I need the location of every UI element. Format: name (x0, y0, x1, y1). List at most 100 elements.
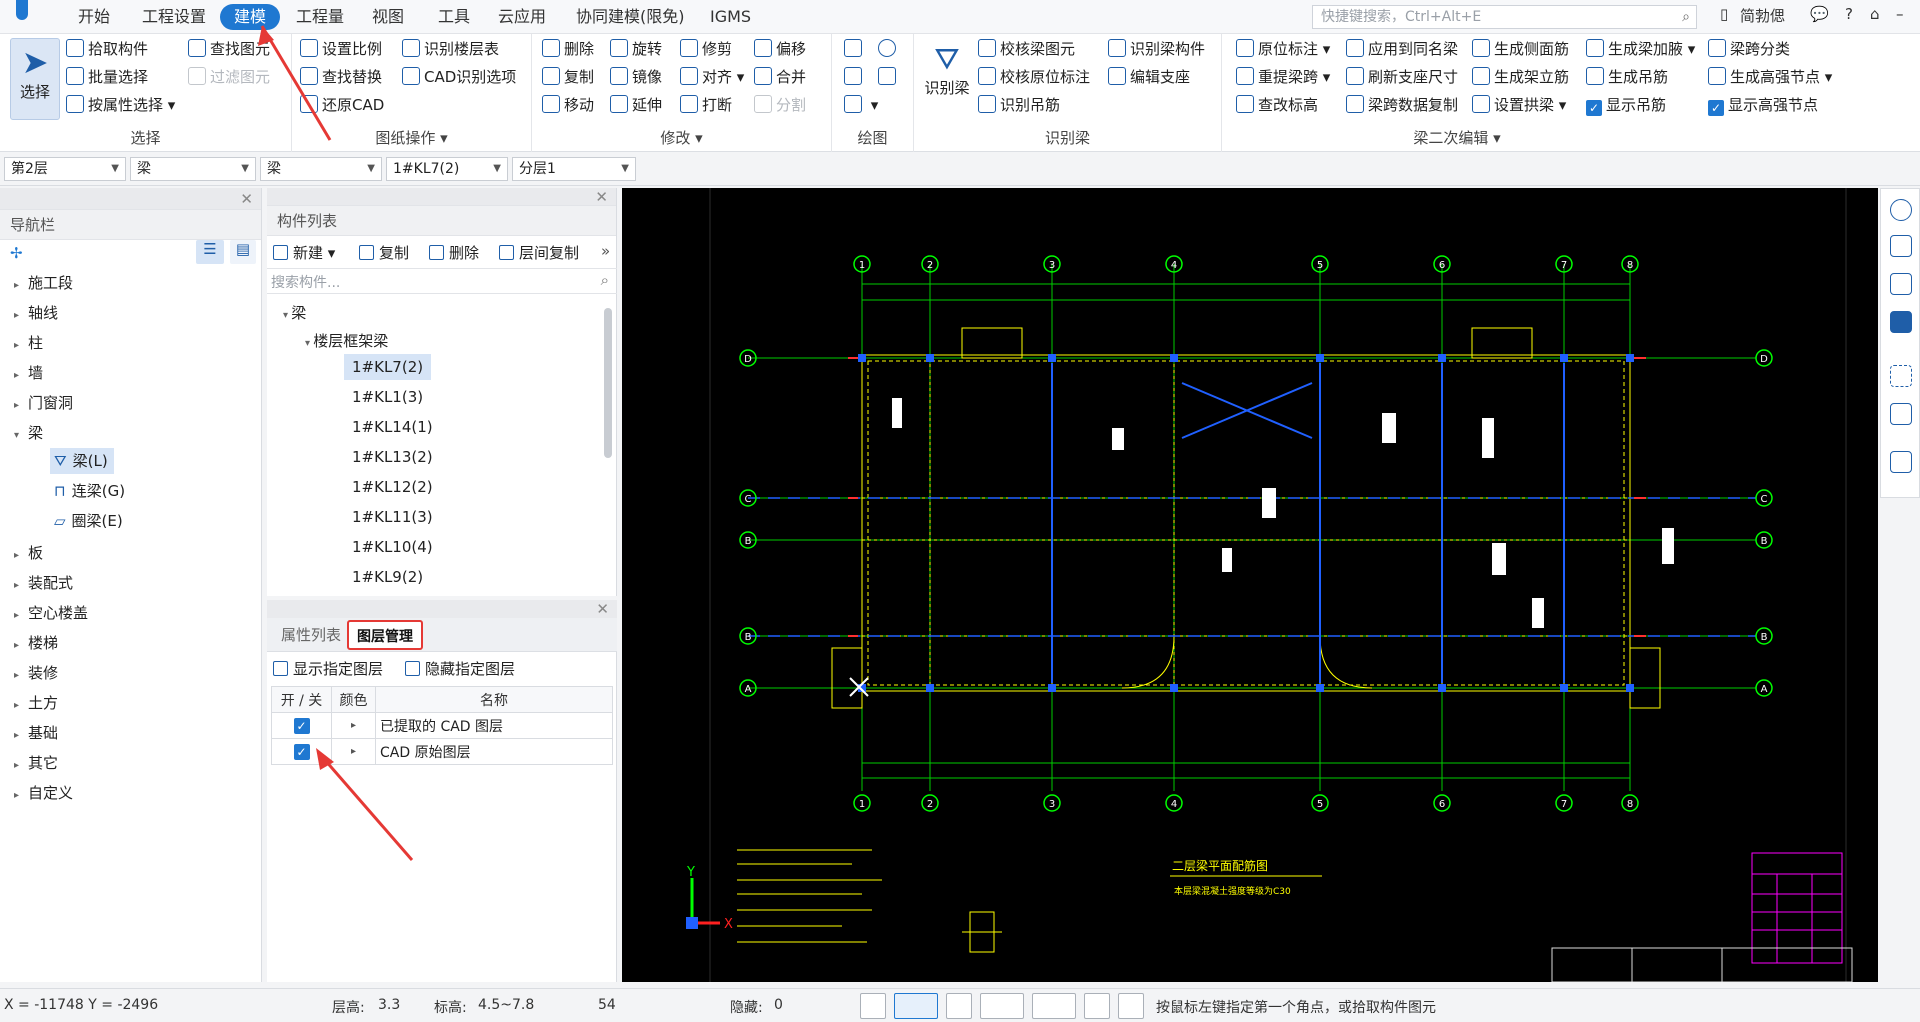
layer-toggle-checkbox[interactable]: ✓ (293, 743, 310, 760)
align-button[interactable]: 对齐 ▾ (680, 64, 744, 90)
subtype-select[interactable]: 梁 ▼ (260, 157, 382, 181)
nav-item-beam[interactable]: ▾ 梁 (14, 422, 43, 443)
component-item[interactable]: 1#KL10(4) (344, 534, 441, 560)
generate-high-strength-button[interactable]: 生成高强节点 ▾ (1708, 64, 1832, 90)
component-item[interactable]: 1#KL11(3) (344, 504, 441, 530)
detail-view-icon[interactable]: ▤ (230, 240, 256, 264)
generate-hanger-button[interactable]: 生成吊筋 (1586, 64, 1668, 90)
delete-component-button[interactable]: 删除 (429, 242, 479, 263)
component-search-input[interactable]: 搜索构件... ⌕ (267, 268, 617, 294)
find-element-button[interactable]: 查找图元 (188, 36, 270, 62)
fit-view-icon[interactable] (1890, 365, 1912, 387)
section-box-icon[interactable] (1890, 403, 1912, 425)
cross-floor-copy-button[interactable]: 层间复制 (499, 242, 579, 263)
move-button[interactable]: 移动 (542, 92, 594, 118)
copy-button[interactable]: 复制 (542, 64, 594, 90)
circle-tool[interactable] (878, 36, 900, 62)
nav-sub-beam-l[interactable]: ⛛ 梁(L) (50, 448, 114, 474)
component-item[interactable]: 1#KL12(2) (344, 474, 441, 500)
side-rebar-button[interactable]: 生成侧面筋 (1472, 36, 1569, 62)
nav-item-stairs[interactable]: ▸ 楼梯 (14, 632, 58, 653)
nav-sub-link-beam[interactable]: ⊓ 连梁(G) (50, 478, 131, 504)
arch-beam-button[interactable]: 设置拱梁 ▾ (1472, 92, 1566, 118)
tree-root-beam[interactable]: ▾ 梁 (283, 302, 306, 323)
nav-item-foundation[interactable]: ▸ 基础 (14, 722, 58, 743)
nav-item-hollow-floor[interactable]: ▸ 空心楼盖 (14, 602, 88, 623)
refresh-support-button[interactable]: 刷新支座尺寸 (1346, 64, 1458, 90)
expand-icon[interactable]: ▸ (331, 712, 376, 739)
3d-view-icon[interactable] (1890, 235, 1912, 257)
show-hanger-checkbox[interactable]: ✓ 显示吊筋 (1586, 92, 1666, 118)
pin-icon[interactable]: ✢ (10, 244, 23, 262)
menu-modeling[interactable]: 建模 (220, 4, 281, 30)
component-item[interactable]: 1#KL13(2) (344, 444, 441, 470)
hide-layer-button[interactable]: 隐藏指定图层 (405, 658, 515, 679)
recognize-beam-component-button[interactable]: 识别梁构件 (1108, 36, 1205, 62)
component-item[interactable]: 1#KL9(2) (344, 564, 431, 590)
copy-component-button[interactable]: 复制 (359, 242, 409, 263)
menu-project-settings[interactable]: 工程设置 (132, 4, 216, 30)
apply-same-name-button[interactable]: 应用到同名梁 (1346, 36, 1458, 62)
delete-button[interactable]: 删除 (542, 36, 594, 62)
show-high-strength-checkbox[interactable]: ✓ 显示高强节点 (1708, 92, 1818, 118)
menu-start[interactable]: 开始 (68, 4, 120, 30)
check-annotation-button[interactable]: 校核原位标注 (978, 64, 1090, 90)
mirror-button[interactable]: 镜像 (610, 64, 662, 90)
tab-properties[interactable]: 属性列表 (273, 620, 349, 650)
select-by-property-button[interactable]: 按属性选择 ▾ (66, 92, 175, 118)
select-button[interactable]: ➤ 选择 (10, 38, 60, 120)
rect-tool[interactable] (878, 64, 900, 90)
nav-item-opening[interactable]: ▸ 门窗洞 (14, 392, 73, 413)
recognize-floor-table-button[interactable]: 识别楼层表 (402, 36, 499, 62)
extend-button[interactable]: 延伸 (610, 92, 662, 118)
trim-button[interactable]: 修剪 (680, 36, 732, 62)
layer-toggle-checkbox[interactable]: ✓ (293, 717, 310, 734)
layer-split-select[interactable]: 分层1 ▼ (512, 157, 636, 181)
close-icon[interactable]: ✕ (596, 600, 609, 618)
nav-item-wall[interactable]: ▸ 墙 (14, 362, 43, 383)
snap-icon[interactable] (1032, 993, 1076, 1019)
display-settings-icon[interactable] (1890, 451, 1912, 473)
table-row[interactable]: ✓ ▸ CAD 原始图层 (271, 738, 613, 765)
floor-select[interactable]: 第2层 ▼ (4, 157, 126, 181)
point-tool[interactable] (844, 36, 866, 62)
restore-cad-button[interactable]: 还原CAD (300, 92, 384, 118)
cube-icon[interactable] (1890, 273, 1912, 295)
close-icon[interactable]: ✕ (595, 188, 608, 206)
angle-icon[interactable] (980, 993, 1024, 1019)
merge-button[interactable]: 合并 (754, 64, 806, 90)
new-component-button[interactable]: 新建 ▾ (273, 242, 335, 263)
pick-component-button[interactable]: 拾取构件 (66, 36, 148, 62)
table-row[interactable]: ✓ ▸ 已提取的 CAD 图层 (271, 712, 613, 739)
component-item[interactable]: 1#KL1(3) (344, 384, 431, 410)
component-item[interactable]: 1#KL7(2) (344, 354, 432, 380)
tree-category-frame-beam[interactable]: ▾ 楼层框架梁 (305, 330, 388, 351)
menu-view[interactable]: 视图 (362, 4, 414, 30)
span-classify-button[interactable]: 梁跨分类 (1708, 36, 1790, 62)
phone-icon[interactable]: ▯ (1720, 5, 1728, 23)
rotate-button[interactable]: 旋转 (610, 36, 662, 62)
break-button[interactable]: 打断 (680, 92, 732, 118)
edit-support-button[interactable]: 编辑支座 (1108, 64, 1190, 90)
tab-layer-management[interactable]: 图层管理 (347, 620, 423, 650)
span-data-copy-button[interactable]: 梁跨数据复制 (1346, 92, 1458, 118)
re-extract-span-button[interactable]: 重提梁跨 ▾ (1236, 64, 1330, 90)
type-select[interactable]: 梁 ▼ (130, 157, 256, 181)
chat-icon[interactable]: 💬 (1810, 5, 1829, 23)
check-beam-button[interactable]: 校核梁图元 (978, 36, 1075, 62)
component-select[interactable]: 1#KL7(2) ▼ (386, 157, 508, 181)
nav-item-earthwork[interactable]: ▸ 土方 (14, 692, 58, 713)
recognize-hanger-button[interactable]: 识别吊筋 (978, 92, 1060, 118)
orbit-icon[interactable] (1890, 199, 1912, 221)
cad-canvas[interactable]: 1 2 3 4 5 6 7 8 1 2 3 4 5 6 7 8 D C B B A D C B B A 二层梁平面配筋图 本… (622, 188, 1878, 982)
help-icon[interactable]: ? (1845, 5, 1853, 23)
close-icon[interactable]: ✕ (240, 188, 253, 210)
show-layer-button[interactable]: 显示指定图层 (273, 658, 383, 679)
nav-sub-ring-beam[interactable]: ▱ 圈梁(E) (50, 508, 129, 534)
menu-collab[interactable]: 协同建模(限免) (566, 4, 695, 30)
dynamic-input-icon[interactable] (1084, 993, 1110, 1019)
offset-button[interactable]: 偏移 (754, 36, 806, 62)
minimize-icon[interactable]: – (1896, 5, 1904, 23)
nav-item-column[interactable]: ▸ 柱 (14, 332, 43, 353)
scrollbar[interactable] (604, 308, 612, 458)
